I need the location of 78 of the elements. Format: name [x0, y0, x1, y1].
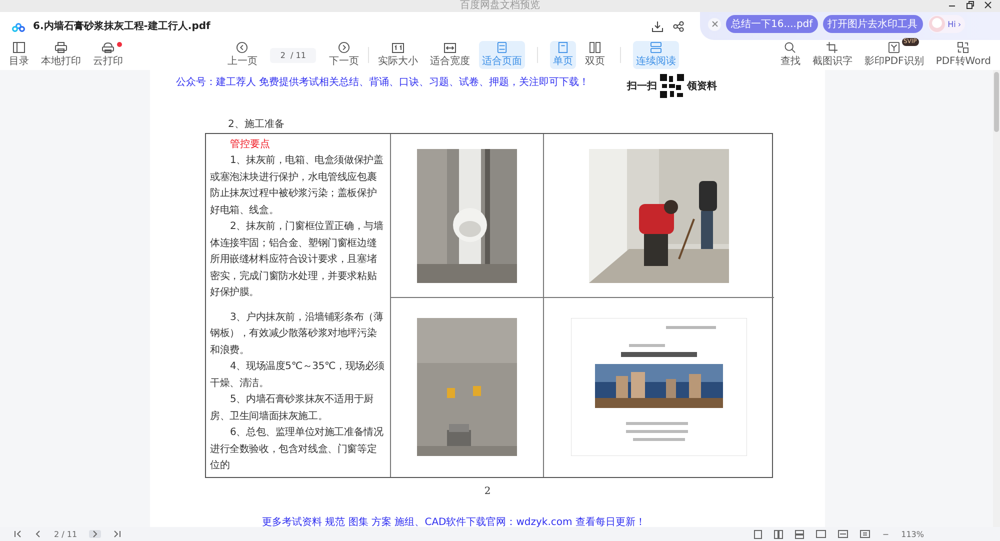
qr-caption: 扫一扫: [627, 80, 658, 93]
continuous-pages-icon: [650, 42, 662, 53]
view-mode-button[interactable]: 双页: [582, 41, 608, 69]
header-text: 公众号：建工荐人 免费提供考试相关总结、背诵、口诀、习题、试卷、押题，关注即可下载！: [176, 76, 590, 89]
previous-page-button[interactable]: [34, 530, 42, 538]
fit-width-icon: [444, 42, 456, 52]
toolbar-button[interactable]: 查找: [777, 41, 804, 69]
toolbar-button[interactable]: PDF转Word: [932, 41, 994, 69]
actual-size-button[interactable]: [816, 530, 826, 538]
single-page-button[interactable]: [754, 530, 762, 538]
close-icon[interactable]: [708, 18, 721, 30]
paragraph: 3、户内抹灰前，沿墙铺彩条布（薄钢板），有效减少散落砂浆对地坪污染和浪费。: [210, 310, 384, 358]
download-icon: [652, 20, 663, 32]
double-page-icon: [588, 42, 601, 53]
paragraph: 1、抹灰前，电箱、电盒须做保护盖或塞泡沫块进行保护，水电管线应包裹防止抹灰过程中被砂浆污染；盖板保护好电箱、线盒。: [210, 154, 384, 218]
fit-page-icon: [496, 42, 507, 53]
previous-page-button[interactable]: 上一页: [224, 41, 260, 69]
cell-heading: 管控要点: [229, 138, 271, 152]
next-icon: [338, 42, 350, 53]
next-page-button[interactable]: 下一页: [326, 41, 362, 69]
toolbar-button[interactable]: 截图识字: [809, 41, 856, 69]
search-icon: [784, 42, 796, 53]
restore-icon: [966, 1, 974, 9]
close-icon: [984, 1, 992, 9]
file-name: 6.内墙石膏砂浆抹灰工程-建工行人.pdf: [33, 20, 212, 33]
double-page-button[interactable]: [774, 530, 784, 538]
page-number: 2: [483, 486, 492, 496]
double-page-icon: [774, 530, 784, 538]
printer-icon: [55, 42, 67, 53]
page-field[interactable]: 2 / 11: [270, 48, 316, 62]
avatar-icon: [928, 15, 946, 33]
view-mode-button[interactable]: 实际大小: [374, 41, 421, 69]
paragraph: 4、现场温度5℃～35℃，现场必须干燥、清洁。: [210, 360, 386, 390]
actual-size-icon: [392, 42, 404, 52]
first-page-icon: [14, 530, 22, 538]
scan-icon: [888, 42, 900, 53]
toolbar-button[interactable]: 目录: [6, 41, 32, 69]
last-page-icon: [113, 530, 122, 538]
paragraph: 5、内墙石膏砂浆抹灰不适用于厨房、卫生间墙面抹灰施工。: [210, 392, 374, 424]
fit-page-icon: [860, 530, 870, 538]
actual-size-icon: [816, 530, 826, 538]
suggestion-chip[interactable]: 打开图片去水印工具: [822, 15, 923, 33]
page-indicator: 2 / 11: [54, 530, 78, 538]
crop-icon: [826, 42, 838, 53]
arrow-icon: ›: [958, 20, 962, 28]
previous-icon: [34, 530, 42, 538]
greeting: Hi: [948, 20, 956, 28]
app-logo-icon: [12, 22, 25, 32]
convert-icon: [957, 42, 970, 53]
cloud-printer-icon: [102, 42, 114, 53]
fit-width-button[interactable]: [838, 530, 848, 538]
view-mode-button[interactable]: 适合宽度: [426, 41, 473, 69]
footer-text: 更多考试资料 规范 图集 方案 施组、CAD软件下载官网：wdzyk.com 查看每日更新！: [262, 516, 646, 527]
sidebar-icon: [13, 42, 25, 53]
continuous-pages-icon: [795, 530, 804, 538]
toolbar-button[interactable]: 本地打印: [38, 41, 84, 69]
next-page-button[interactable]: [89, 530, 102, 538]
previous-icon: [236, 42, 248, 53]
assistant-button[interactable]: Hi ›: [928, 15, 966, 33]
section-title: 2、施工准备: [228, 118, 286, 131]
suggestion-chip[interactable]: 总结一下16....pdf: [726, 15, 818, 33]
single-page-icon: [754, 530, 762, 538]
share-icon: [673, 20, 684, 32]
qr-code-icon: [659, 73, 686, 99]
next-icon: [91, 530, 100, 538]
toolbar-button[interactable]: 云打印: [90, 41, 126, 69]
first-page-button[interactable]: [14, 530, 22, 538]
qr-caption: 领资料: [687, 80, 718, 93]
zoom-level: 113%: [901, 530, 924, 538]
fit-page-button[interactable]: [860, 530, 870, 538]
paragraph: 6、总包、监理单位对施工准备情况进行全数验收，包含对线盒、门窗等定位的: [210, 426, 384, 473]
continuous-button[interactable]: [795, 530, 804, 538]
scrollbar-thumb[interactable]: [994, 72, 999, 132]
single-page-icon: [558, 42, 568, 53]
fit-width-icon: [838, 530, 848, 538]
last-page-button[interactable]: [113, 530, 122, 538]
paragraph: 2、抹灰前，门窗框位置正确，与墙体连接牢固；铝合金、塑钢门窗框边缝所用嵌缝材料应符合设计要求，且塞堵密实，完成门窗防水处理，并要求粘贴好保护膜。: [210, 220, 384, 300]
zoom-out-button[interactable]: −: [882, 530, 890, 538]
